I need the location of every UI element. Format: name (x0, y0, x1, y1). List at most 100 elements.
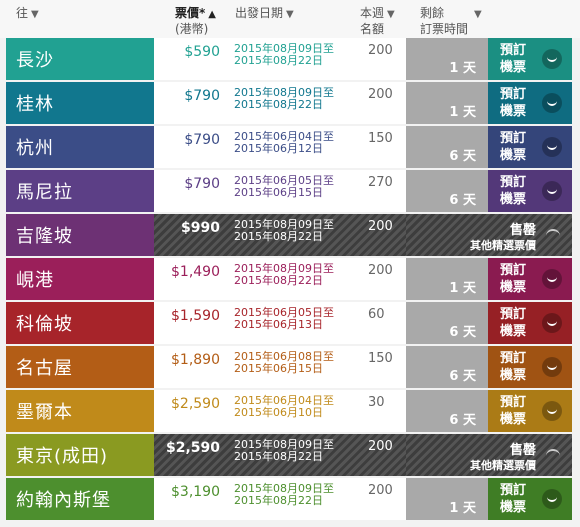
fare-info: $990 2015年08月09日至 2015年08月22日 200 (154, 214, 406, 256)
sold-out-label: 售罄 (509, 223, 536, 238)
book-label-line2: 機票 (500, 60, 527, 75)
expand-smile-icon[interactable] (542, 313, 562, 333)
header-period[interactable]: 出發日期 ▼ (235, 6, 294, 22)
fare-info: $1,490 2015年08月09日至 2015年08月22日 200 (154, 258, 406, 300)
period-end: 2015年06月15日 (234, 362, 323, 375)
fare-row[interactable]: 馬尼拉 $790 2015年06月05日至 2015年06月15日 270 6 天 預訂 機票 (6, 170, 572, 212)
header-price[interactable]: 票價* ▲ (港幣) (175, 6, 216, 36)
book-label-line1: 預訂 (500, 263, 527, 278)
fare-row[interactable]: 墨爾本 $2,590 2015年06月04日至 2015年06月10日 30 6 天 預訂機… (6, 390, 572, 432)
weekly-quota: 200 (368, 87, 393, 102)
expand-smile-icon[interactable] (542, 181, 562, 201)
book-ticket-button[interactable]: 預訂 機票 (488, 170, 572, 212)
fare-price: $790 (184, 88, 220, 104)
destination-name[interactable]: 桂林 (6, 82, 154, 124)
expand-smile-icon[interactable] (542, 489, 562, 509)
fare-row[interactable]: 長沙 $590 2015年08月09日至 2015年08月22日 200 1 天 預訂 機票 (6, 38, 572, 80)
sort-down-icon: ▼ (31, 9, 39, 20)
period-end: 2015年08月22日 (234, 230, 323, 243)
fare-info: $1,590 2015年06月05日至 2015年06月13日 60 (154, 302, 406, 344)
book-label-line1: 預訂 (500, 395, 527, 410)
fare-row[interactable]: 桂林 $790 2015年08月09日至 2015年08月22日 200 1 天 預訂 機票 (6, 82, 572, 124)
destination-name[interactable]: 杭州 (6, 126, 154, 168)
fare-info: $2,590 2015年08月09日至 2015年08月22日 200 (154, 434, 406, 476)
book-label-line2: 機票 (500, 104, 527, 119)
fare-row[interactable]: 杭州 $790 2015年06月04日至 2015年06月12日 150 6 天 預訂 機票 (6, 126, 572, 168)
travel-period: 2015年08月09日至 2015年08月22日 (234, 219, 334, 243)
sold-out-panel[interactable]: 售罄 其他精選票價 (406, 214, 572, 256)
book-ticket-button[interactable]: 預訂 機票 (488, 82, 572, 124)
header-quota-sub: 名額 (360, 22, 385, 36)
remaining-days: 1 天 (449, 281, 476, 296)
fare-info: $790 2015年06月05日至 2015年06月15日 270 (154, 170, 406, 212)
fare-row[interactable]: 東京(成田) $2,590 2015年08月09日至 2015年08月22日 200 售罄… (6, 434, 572, 476)
fare-info: $790 2015年08月09日至 2015年08月22日 200 (154, 82, 406, 124)
travel-period: 2015年08月09日至 2015年08月22日 (234, 263, 334, 287)
travel-period: 2015年06月04日至 2015年06月12日 (234, 131, 334, 155)
expand-smile-icon[interactable] (542, 137, 562, 157)
remaining-time: 6 天 (406, 390, 488, 432)
fare-info: $3,190 2015年08月09日至 2015年08月22日 200 (154, 478, 406, 520)
book-label: 預訂 機票 (500, 262, 526, 296)
remaining-time: 1 天 (406, 82, 488, 124)
other-fares-link[interactable]: 其他精選票價 (470, 237, 536, 253)
fare-info: $2,590 2015年06月04日至 2015年06月10日 30 (154, 390, 406, 432)
fare-price: $790 (184, 176, 220, 192)
travel-period: 2015年08月09日至 2015年08月22日 (234, 439, 334, 463)
fares-list: 長沙 $590 2015年08月09日至 2015年08月22日 200 1 天預訂 機票桂… (6, 38, 572, 522)
fare-price: $1,590 (171, 308, 220, 324)
fare-row[interactable]: 峴港 $1,490 2015年08月09日至 2015年08月22日 200 1 天 預訂機… (6, 258, 572, 300)
header-remaining[interactable]: 剩餘 ▼ 訂票時間 (420, 6, 482, 36)
fare-price: $590 (184, 44, 220, 60)
destination-name[interactable]: 峴港 (6, 258, 154, 300)
expand-smile-icon[interactable] (542, 401, 562, 421)
sort-down-icon: ▼ (474, 9, 482, 20)
book-ticket-button[interactable]: 預訂 機票 (488, 390, 572, 432)
fare-row[interactable]: 科倫坡 $1,590 2015年06月05日至 2015年06月13日 60 6 天 預訂機… (6, 302, 572, 344)
book-label-line2: 機票 (500, 500, 527, 515)
fare-row[interactable]: 約翰內斯堡 $3,190 2015年08月09日至 2015年08月22日 200 1 天… (6, 478, 572, 520)
period-end: 2015年08月22日 (234, 494, 323, 507)
travel-period: 2015年08月09日至 2015年08月22日 (234, 87, 334, 111)
book-ticket-button[interactable]: 預訂 機票 (488, 126, 572, 168)
book-label: 預訂 機票 (500, 86, 526, 120)
remaining-time: 1 天 (406, 258, 488, 300)
other-fares-link[interactable]: 其他精選票價 (470, 457, 536, 473)
destination-name[interactable]: 名古屋 (6, 346, 154, 388)
header-quota[interactable]: 本週 ▼ 名額 (360, 6, 395, 36)
destination-name[interactable]: 約翰內斯堡 (6, 478, 154, 520)
book-label: 預訂 機票 (500, 174, 526, 208)
expand-smile-icon[interactable] (542, 93, 562, 113)
sold-out-panel[interactable]: 售罄 其他精選票價 (406, 434, 572, 476)
header-destination[interactable]: 往 ▼ (16, 6, 39, 22)
period-end: 2015年06月10日 (234, 406, 323, 419)
destination-name[interactable]: 墨爾本 (6, 390, 154, 432)
remaining-days: 1 天 (449, 501, 476, 516)
book-label-line2: 機票 (500, 280, 527, 295)
expand-smile-icon[interactable] (542, 357, 562, 377)
book-ticket-button[interactable]: 預訂 機票 (488, 302, 572, 344)
period-end: 2015年06月12日 (234, 142, 323, 155)
expand-smile-icon[interactable] (542, 49, 562, 69)
weekly-quota: 30 (368, 395, 385, 410)
book-ticket-button[interactable]: 預訂 機票 (488, 346, 572, 388)
remaining-days: 6 天 (449, 413, 476, 428)
book-label: 預訂 機票 (500, 306, 526, 340)
destination-name[interactable]: 長沙 (6, 38, 154, 80)
book-label-line1: 預訂 (500, 351, 527, 366)
period-end: 2015年08月22日 (234, 98, 323, 111)
destination-name[interactable]: 科倫坡 (6, 302, 154, 344)
weekly-quota: 200 (368, 219, 393, 234)
book-ticket-button[interactable]: 預訂 機票 (488, 478, 572, 520)
sort-down-icon: ▼ (387, 9, 395, 20)
fare-row[interactable]: 名古屋 $1,890 2015年06月08日至 2015年06月15日 150 6 天 預訂… (6, 346, 572, 388)
destination-name[interactable]: 東京(成田) (6, 434, 154, 476)
travel-period: 2015年06月08日至 2015年06月15日 (234, 351, 334, 375)
destination-name[interactable]: 馬尼拉 (6, 170, 154, 212)
destination-name[interactable]: 吉隆坡 (6, 214, 154, 256)
expand-smile-icon[interactable] (542, 269, 562, 289)
book-ticket-button[interactable]: 預訂 機票 (488, 258, 572, 300)
fare-row[interactable]: 吉隆坡 $990 2015年08月09日至 2015年08月22日 200 售罄 其他精選票… (6, 214, 572, 256)
book-ticket-button[interactable]: 預訂 機票 (488, 38, 572, 80)
remaining-days: 1 天 (449, 105, 476, 120)
